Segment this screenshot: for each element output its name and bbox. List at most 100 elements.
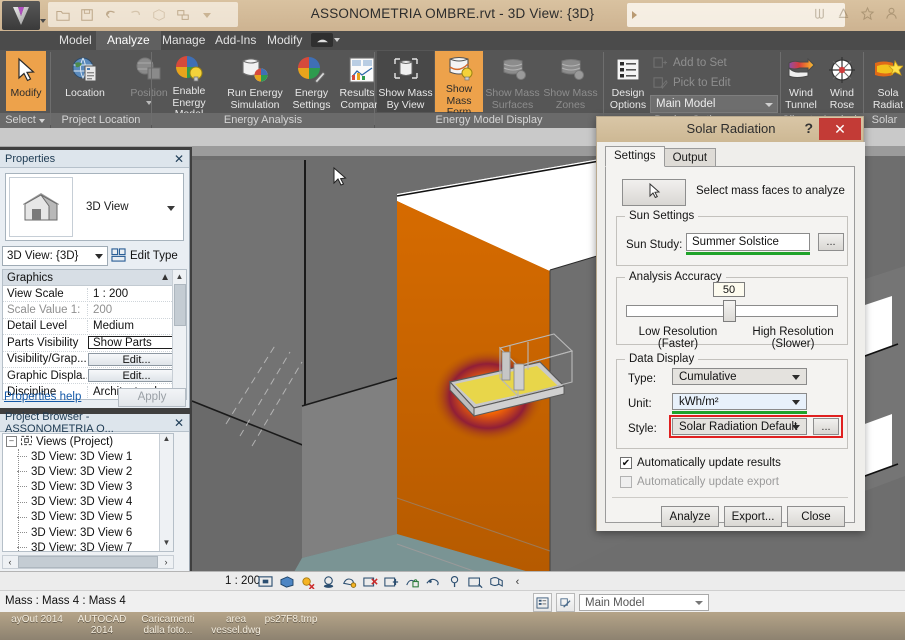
list-item[interactable]: 3D View: 3D View 7: [3, 540, 173, 551]
design-option-selector[interactable]: Main Model: [650, 95, 778, 113]
energy-settings-button[interactable]: Energy Settings: [288, 51, 335, 112]
table-row[interactable]: Visibility/Grap... Edit...: [3, 352, 186, 368]
auto-update-export-checkbox[interactable]: [620, 476, 632, 488]
modify-button[interactable]: Modify: [6, 51, 46, 111]
pick-to-edit-icon: [652, 75, 668, 91]
visibility-graphics-edit-button[interactable]: Edit...: [88, 352, 185, 366]
wind-tunnel-button[interactable]: Wind Tunnel: [781, 51, 821, 112]
tree-root-views[interactable]: – Views (Project): [3, 434, 173, 449]
scrollbar-thumb[interactable]: [174, 284, 186, 326]
auto-update-results-checkbox[interactable]: ✔: [620, 457, 632, 469]
filter-icon[interactable]: [533, 593, 552, 612]
close-button[interactable]: Close: [787, 506, 845, 527]
taskbar-item[interactable]: ps27F8.tmp: [248, 614, 334, 625]
project-browser-tree[interactable]: – Views (Project) 3D View: 3D View 1 3D …: [2, 433, 174, 552]
location-button[interactable]: Location: [54, 51, 116, 112]
type-dropdown[interactable]: Cumulative: [672, 368, 807, 385]
collapse-icon[interactable]: ▲: [160, 272, 170, 283]
properties-group-graphics[interactable]: Graphics ▲: [3, 270, 186, 286]
temporary-view-properties-icon[interactable]: [468, 574, 483, 589]
accuracy-value-display: 50: [713, 282, 745, 297]
favorites-star-icon[interactable]: [860, 6, 875, 24]
tab-modify[interactable]: Modify: [256, 31, 313, 50]
scroll-up-icon[interactable]: ▲: [160, 434, 173, 447]
scroll-left-icon[interactable]: ‹: [3, 557, 17, 567]
view-scale-label[interactable]: 1 : 200: [225, 575, 260, 587]
ribbon-display-options-icon[interactable]: [311, 33, 333, 47]
unit-dropdown[interactable]: kWh/m²: [672, 393, 807, 410]
run-energy-simulation-button[interactable]: Run Energy Simulation: [224, 51, 286, 112]
temporary-hide-isolate-icon[interactable]: [426, 574, 441, 589]
accuracy-slider-thumb[interactable]: [723, 300, 736, 322]
close-icon[interactable]: ✕: [819, 118, 861, 140]
scroll-down-icon[interactable]: ▼: [160, 538, 173, 551]
visual-style-icon[interactable]: [279, 574, 294, 589]
scrollbar-thumb[interactable]: [18, 556, 158, 568]
tab-settings[interactable]: Settings: [605, 146, 665, 167]
list-item[interactable]: 3D View: 3D View 6: [3, 525, 173, 540]
ribbon-display-caret-icon[interactable]: [334, 38, 340, 42]
properties-help-link[interactable]: Properties help: [4, 391, 81, 403]
list-item[interactable]: 3D View: 3D View 5: [3, 510, 173, 525]
list-item[interactable]: 3D View: 3D View 3: [3, 479, 173, 494]
project-browser-vscrollbar[interactable]: ▲ ▼: [159, 434, 173, 551]
scroll-up-icon[interactable]: ▲: [173, 270, 186, 283]
close-icon[interactable]: ✕: [174, 417, 184, 429]
show-mass-by-view-button[interactable]: Show Mass By View: [377, 51, 434, 112]
expand-collapse-icon[interactable]: –: [6, 436, 17, 447]
worksets-combobox[interactable]: Main Model: [579, 594, 709, 611]
properties-scrollbar[interactable]: ▲ ▼: [172, 270, 186, 399]
scroll-right-icon[interactable]: ›: [159, 557, 173, 567]
table-row[interactable]: Graphic Displa... Edit...: [3, 368, 186, 385]
expand-icon[interactable]: ‹: [510, 574, 525, 589]
show-mass-form-button[interactable]: Show Mass Form: [435, 51, 483, 118]
edit-type-button[interactable]: Edit Type: [111, 246, 187, 266]
chevron-down-icon[interactable]: [167, 206, 175, 211]
autodesk-360-icon[interactable]: [836, 6, 851, 24]
enable-energy-model-button[interactable]: Enable Energy Model: [156, 51, 222, 120]
export-button[interactable]: Export...: [724, 506, 782, 527]
graphic-display-edit-button[interactable]: Edit...: [88, 369, 185, 383]
analyze-button[interactable]: Analyze: [661, 506, 719, 527]
wind-rose-button[interactable]: Wind Rose: [822, 51, 862, 112]
reveal-hidden-elements-icon[interactable]: [447, 574, 462, 589]
sun-study-browse-button[interactable]: ...: [818, 233, 844, 251]
list-item[interactable]: 3D View: 3D View 4: [3, 495, 173, 510]
table-row[interactable]: Parts Visibility Show Parts: [3, 335, 186, 352]
close-icon[interactable]: ✕: [174, 153, 184, 165]
add-to-set-button[interactable]: Add to Set: [652, 55, 727, 71]
crop-view-icon[interactable]: [363, 574, 378, 589]
type-selector[interactable]: 3D View: [5, 173, 184, 241]
table-row[interactable]: Detail Level Medium: [3, 319, 186, 336]
list-item[interactable]: 3D View: 3D View 2: [3, 464, 173, 479]
detail-level-icon[interactable]: [258, 574, 273, 589]
tab-output[interactable]: Output: [663, 148, 717, 167]
analytical-model-icon[interactable]: [489, 574, 504, 589]
list-item[interactable]: 3D View: 3D View 1: [3, 449, 173, 464]
dialog-title-bar[interactable]: Solar Radiation ? ✕: [597, 117, 863, 142]
apply-button[interactable]: Apply: [118, 387, 186, 407]
view-type-combobox[interactable]: 3D View: {3D}: [2, 246, 108, 266]
sun-study-field[interactable]: Summer Solstice: [686, 233, 810, 251]
shadows-icon[interactable]: [321, 574, 336, 589]
editable-only-icon[interactable]: [556, 593, 575, 612]
design-options-button[interactable]: Design Options: [606, 51, 650, 112]
solar-radiation-button[interactable]: Sola Radiat: [866, 51, 905, 112]
show-mass-surfaces-button[interactable]: Show Mass Surfaces: [484, 51, 541, 112]
sign-in-user-icon[interactable]: [884, 6, 899, 24]
help-search-icon[interactable]: [812, 6, 827, 24]
sun-path-icon[interactable]: [300, 574, 315, 589]
pick-to-edit-button[interactable]: Pick to Edit: [652, 75, 731, 91]
show-mass-zones-button[interactable]: Show Mass Zones: [542, 51, 599, 112]
lock-3d-view-icon[interactable]: [405, 574, 420, 589]
table-row[interactable]: View Scale 1 : 200: [3, 286, 186, 303]
help-icon[interactable]: ?: [804, 120, 813, 136]
chevron-down-icon[interactable]: [38, 118, 45, 123]
infocenter-expand-icon[interactable]: [632, 11, 637, 19]
project-browser-hscrollbar[interactable]: ‹ ›: [2, 555, 174, 569]
tab-model[interactable]: Model: [48, 31, 103, 50]
rendering-dialog-icon[interactable]: [342, 574, 357, 589]
parts-visibility-combobox[interactable]: Show Parts: [88, 336, 185, 350]
show-crop-region-icon[interactable]: [384, 574, 399, 589]
select-mass-faces-button[interactable]: [622, 179, 686, 206]
